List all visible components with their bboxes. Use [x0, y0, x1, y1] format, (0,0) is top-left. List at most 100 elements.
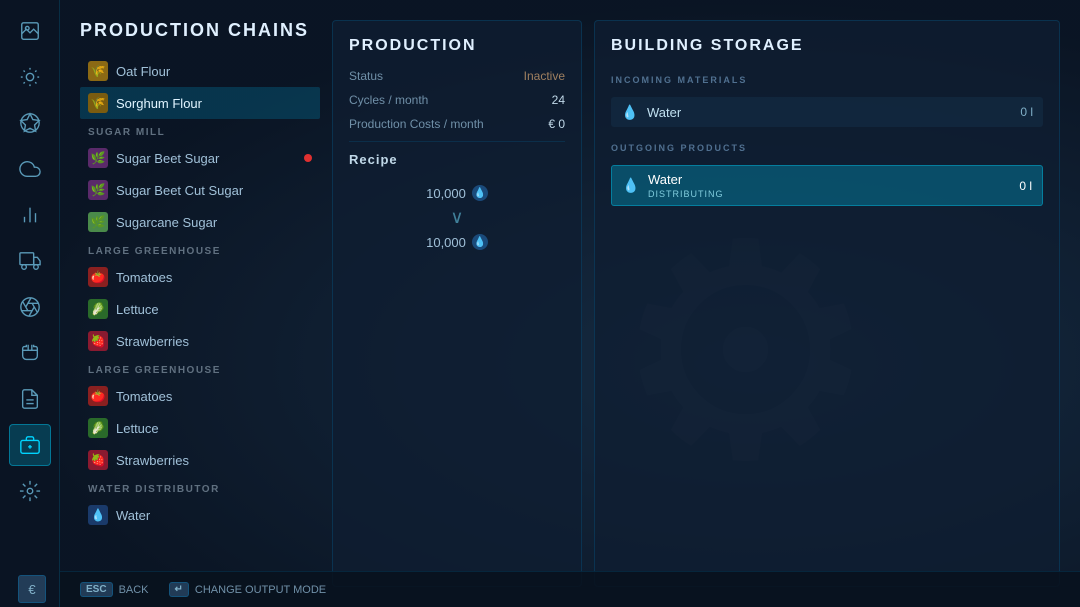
sidebar-item-placeables[interactable] — [9, 470, 51, 512]
recipe-arrow-icon: ∨ — [450, 207, 463, 228]
building-storage-title: Building Storage — [611, 37, 1043, 55]
lettuce-2-label: Lettuce — [116, 421, 159, 436]
outgoing-water-item[interactable]: 💧 Water Distributing 0 l — [611, 165, 1043, 206]
section-sugar-mill: SUGAR MILL — [80, 119, 320, 142]
recipe-output: 10,000 💧 — [426, 234, 488, 250]
sidebar-item-production[interactable] — [9, 424, 51, 466]
chain-item-strawberries-2[interactable]: 🍓 Strawberries — [80, 444, 320, 476]
chain-item-lettuce-1[interactable]: 🥬 Lettuce — [80, 293, 320, 325]
oat-flour-icon: 🌾 — [88, 61, 108, 81]
incoming-water-amount: 0 l — [1020, 105, 1033, 119]
stat-row-cycles: Cycles / month 24 — [349, 93, 565, 107]
water-icon: 💧 — [88, 505, 108, 525]
outgoing-water-amount: 0 l — [1019, 179, 1032, 193]
sidebar-item-resources[interactable] — [9, 56, 51, 98]
incoming-materials-header: INCOMING MATERIALS — [611, 69, 1043, 87]
euro-button[interactable]: € — [18, 575, 46, 603]
sugarcane-icon: 🌿 — [88, 212, 108, 232]
sidebar-item-map[interactable] — [9, 10, 51, 52]
chains-title: PRODUCTION CHAINS — [80, 20, 320, 41]
chain-item-tomatoes-1[interactable]: 🍅 Tomatoes — [80, 261, 320, 293]
chain-item-oat-flour[interactable]: 🌾 Oat Flour — [80, 55, 320, 87]
cycles-label: Cycles / month — [349, 93, 428, 107]
distributing-badge: Distributing — [648, 189, 1011, 199]
strawberry-1-icon: 🍓 — [88, 331, 108, 351]
chain-item-sugarcane[interactable]: 🌿 Sugarcane Sugar — [80, 206, 320, 238]
cycles-value: 24 — [552, 93, 565, 107]
chain-item-sugar-beet-sugar[interactable]: 🌿 Sugar Beet Sugar — [80, 142, 320, 174]
outgoing-water-inner: Water Distributing — [648, 172, 1011, 199]
bottom-bar: ESC BACK ↵ CHANGE OUTPUT MODE — [60, 571, 1080, 607]
enter-key-badge: ↵ — [169, 582, 189, 597]
divider — [349, 141, 565, 142]
status-label: Status — [349, 69, 383, 83]
sidebar — [0, 0, 60, 607]
sugarcane-label: Sugarcane Sugar — [116, 215, 217, 230]
incoming-water-item: 💧 Water 0 l — [611, 97, 1043, 127]
sidebar-item-finance[interactable] — [9, 286, 51, 328]
chain-item-lettuce-2[interactable]: 🥬 Lettuce — [80, 412, 320, 444]
sorghum-flour-icon: 🌾 — [88, 93, 108, 113]
change-output-mode-label: CHANGE OUTPUT MODE — [195, 584, 326, 596]
recipe-input: 10,000 💧 — [426, 185, 488, 201]
strawberries-2-label: Strawberries — [116, 453, 189, 468]
strawberries-1-label: Strawberries — [116, 334, 189, 349]
water-label: Water — [116, 508, 150, 523]
sidebar-item-stats[interactable] — [9, 194, 51, 236]
alert-dot — [304, 154, 312, 162]
section-greenhouse-2: LARGE GREENHOUSE — [80, 357, 320, 380]
sidebar-item-animals[interactable] — [9, 332, 51, 374]
outgoing-products-header: OUTGOING PRODUCTS — [611, 137, 1043, 155]
main-content: PRODUCTION CHAINS 🌾 Oat Flour 🌾 Sorghum … — [60, 0, 1080, 607]
chains-panel: PRODUCTION CHAINS 🌾 Oat Flour 🌾 Sorghum … — [80, 20, 320, 587]
outgoing-water-name: Water — [648, 172, 682, 187]
stat-row-status: Status Inactive — [349, 69, 565, 83]
status-value: Inactive — [524, 69, 565, 83]
incoming-water-name: Water — [647, 105, 1012, 120]
costs-value: € 0 — [548, 117, 565, 131]
tomato-1-icon: 🍅 — [88, 267, 108, 287]
sidebar-item-weather[interactable] — [9, 148, 51, 190]
recipe-flow: 10,000 💧 ∨ 10,000 💧 — [349, 177, 565, 258]
production-title: Production — [349, 37, 565, 55]
recipe-title: Recipe — [349, 152, 565, 167]
costs-label: Production Costs / month — [349, 117, 484, 131]
tomatoes-2-label: Tomatoes — [116, 389, 172, 404]
recipe-input-amount: 10,000 — [426, 186, 466, 201]
tomato-2-icon: 🍅 — [88, 386, 108, 406]
lettuce-1-icon: 🥬 — [88, 299, 108, 319]
chain-item-sugar-beet-cut[interactable]: 🌿 Sugar Beet Cut Sugar — [80, 174, 320, 206]
back-label: BACK — [119, 584, 149, 596]
chain-item-water[interactable]: 💧 Water — [80, 499, 320, 531]
recipe-input-water-icon: 💧 — [472, 185, 488, 201]
lettuce-1-label: Lettuce — [116, 302, 159, 317]
sidebar-item-navigation[interactable] — [9, 102, 51, 144]
oat-flour-label: Oat Flour — [116, 64, 170, 79]
chain-item-tomatoes-2[interactable]: 🍅 Tomatoes — [80, 380, 320, 412]
sidebar-item-vehicles[interactable] — [9, 240, 51, 282]
back-button[interactable]: ESC BACK — [80, 582, 149, 597]
sugar-beet-sugar-label: Sugar Beet Sugar — [116, 151, 219, 166]
lettuce-2-icon: 🥬 — [88, 418, 108, 438]
sugar-beet-cut-label: Sugar Beet Cut Sugar — [116, 183, 243, 198]
production-panel: Production Status Inactive Cycles / mont… — [332, 20, 582, 587]
chains-list: 🌾 Oat Flour 🌾 Sorghum Flour SUGAR MILL 🌿… — [80, 55, 320, 587]
sorghum-flour-label: Sorghum Flour — [116, 96, 202, 111]
esc-key-badge: ESC — [80, 582, 113, 597]
chain-item-sorghum-flour[interactable]: 🌾 Sorghum Flour — [80, 87, 320, 119]
recipe-output-water-icon: 💧 — [472, 234, 488, 250]
chain-item-strawberries-1[interactable]: 🍓 Strawberries — [80, 325, 320, 357]
change-output-mode-button[interactable]: ↵ CHANGE OUTPUT MODE — [169, 582, 327, 597]
strawberry-2-icon: 🍓 — [88, 450, 108, 470]
recipe-output-amount: 10,000 — [426, 235, 466, 250]
stat-row-costs: Production Costs / month € 0 — [349, 117, 565, 131]
sidebar-item-contracts[interactable] — [9, 378, 51, 420]
storage-panel: Building Storage INCOMING MATERIALS 💧 Wa… — [594, 20, 1060, 587]
section-greenhouse-1: LARGE GREENHOUSE — [80, 238, 320, 261]
sugar-beet-cut-icon: 🌿 — [88, 180, 108, 200]
sugar-beet-sugar-icon: 🌿 — [88, 148, 108, 168]
section-water-dist: WATER DISTRIBUTOR — [80, 476, 320, 499]
incoming-water-icon: 💧 — [621, 103, 639, 121]
outgoing-water-icon: 💧 — [622, 177, 640, 195]
tomatoes-1-label: Tomatoes — [116, 270, 172, 285]
